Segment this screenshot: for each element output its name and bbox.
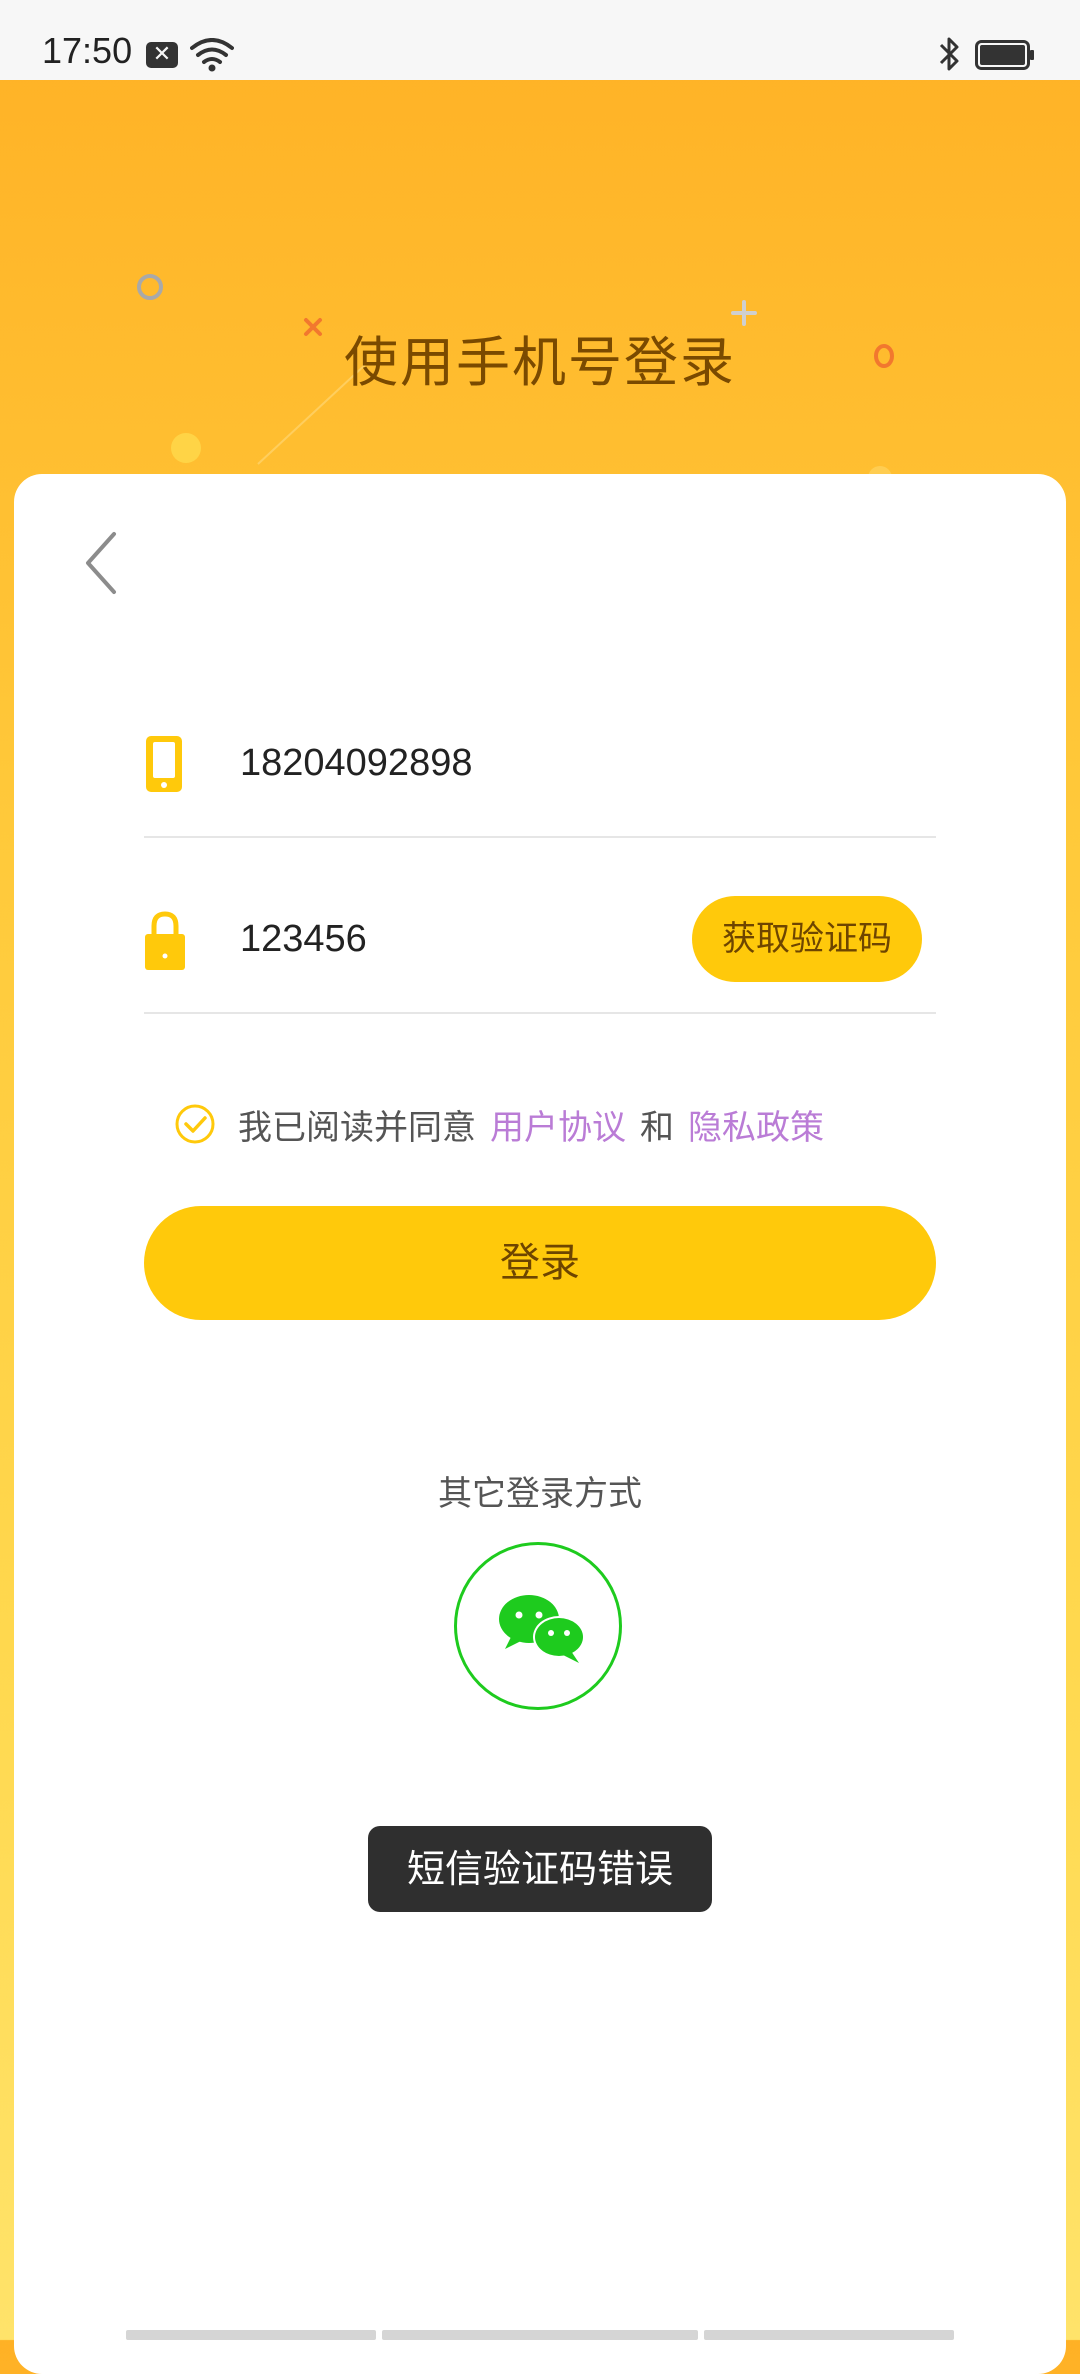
- lock-icon: [145, 911, 185, 970]
- agreement-prefix: 我已阅读并同意: [238, 1107, 476, 1148]
- login-button[interactable]: 登录: [144, 1206, 936, 1320]
- phone-field[interactable]: 18204092898: [144, 720, 936, 838]
- page-title: 使用手机号登录: [344, 331, 736, 394]
- get-code-button[interactable]: 获取验证码: [692, 896, 922, 982]
- wechat-login-button[interactable]: [454, 1542, 622, 1710]
- other-login-label: 其它登录方式: [438, 1474, 642, 1514]
- agreement-conjunction: 和: [640, 1107, 674, 1148]
- nav-indicator-right: [704, 2330, 954, 2340]
- wechat-icon: [499, 1595, 585, 1663]
- back-button[interactable]: [80, 528, 124, 598]
- error-toast: 短信验证码错误: [368, 1826, 712, 1912]
- wifi-icon: [190, 38, 234, 72]
- agreement-row: 我已阅读并同意 用户协议 和 隐私政策: [174, 1100, 824, 1148]
- phone-input[interactable]: 18204092898: [240, 742, 472, 785]
- status-bar: 17:50 ✕: [0, 0, 1080, 80]
- battery-icon: [975, 40, 1034, 70]
- status-time: 17:50: [42, 30, 133, 71]
- agreement-checkbox[interactable]: [174, 1103, 216, 1145]
- verification-code-field[interactable]: 123456 获取验证码: [144, 880, 936, 1014]
- verification-code-input[interactable]: 123456: [240, 918, 367, 961]
- bluetooth-icon: [939, 37, 959, 71]
- notification-icon: ✕: [146, 42, 178, 68]
- phone-icon: [146, 736, 182, 792]
- privacy-policy-link[interactable]: 隐私政策: [688, 1100, 824, 1149]
- user-agreement-link[interactable]: 用户协议: [490, 1100, 626, 1149]
- header-decoration: [137, 274, 894, 500]
- nav-indicator-left: [126, 2330, 376, 2340]
- nav-indicator-center: [382, 2330, 698, 2340]
